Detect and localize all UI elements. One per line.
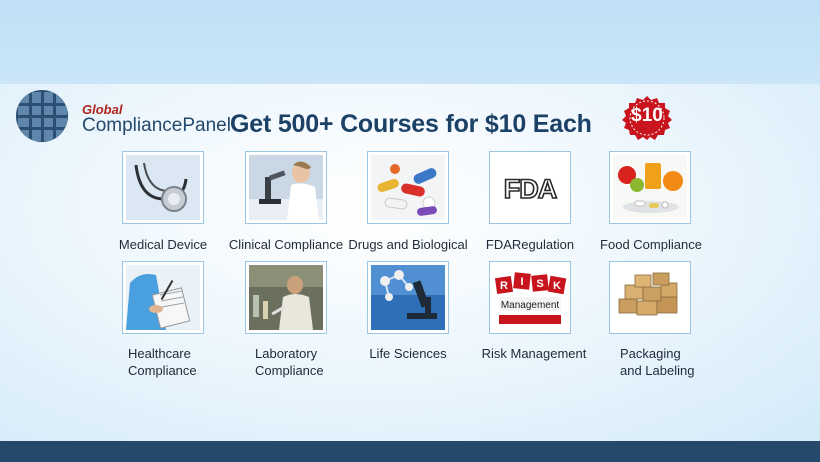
- category-label-line2: Compliance: [255, 363, 324, 378]
- category-label[interactable]: Drugs and Biological: [346, 236, 470, 253]
- pills-icon: [371, 155, 445, 220]
- category-label[interactable]: Healthcare Compliance: [128, 345, 218, 379]
- globe-grid-icon: [16, 90, 68, 142]
- microscope-researcher-icon: [249, 155, 323, 220]
- category-label[interactable]: Life Sciences: [346, 345, 470, 362]
- category-label[interactable]: Clinical Compliance: [224, 236, 348, 253]
- category-tile-healthcare-compliance[interactable]: [122, 261, 204, 334]
- molecule-microscope-icon: [371, 265, 445, 330]
- category-label-line1: Healthcare: [128, 346, 191, 361]
- svg-text:FDA: FDA: [504, 174, 557, 204]
- fruits-juice-icon: [613, 155, 687, 220]
- lab-scientist-icon: [249, 265, 323, 330]
- risk-dice-icon: R I S K Management: [493, 265, 567, 330]
- category-label[interactable]: Medical Device: [116, 236, 210, 253]
- risk-die-letter: K: [553, 280, 561, 292]
- category-label[interactable]: Packaging and Labeling: [620, 345, 710, 379]
- category-tile-packaging-and-labeling[interactable]: [609, 261, 691, 334]
- category-label-line2: Compliance: [128, 363, 197, 378]
- category-tile-life-sciences[interactable]: [367, 261, 449, 334]
- category-label-line2: and Labeling: [620, 363, 695, 378]
- risk-die-letter: I: [520, 276, 523, 288]
- category-tile-fda-regulation[interactable]: FDA: [489, 151, 571, 224]
- nurse-clipboard-icon: [126, 265, 200, 330]
- risk-die-letter: R: [500, 280, 508, 292]
- footer-bar: [0, 441, 820, 462]
- category-tile-risk-management[interactable]: R I S K Management: [489, 261, 571, 334]
- category-label[interactable]: FDARegulation: [480, 236, 580, 253]
- fda-logo-icon: FDA: [493, 155, 567, 220]
- category-tile-laboratory-compliance[interactable]: [245, 261, 327, 334]
- category-label[interactable]: Laboratory Compliance: [255, 345, 345, 379]
- category-tile-drugs-and-biological[interactable]: [367, 151, 449, 224]
- top-banner-strip: [0, 0, 820, 90]
- category-label-line1: Laboratory: [255, 346, 318, 361]
- price-badge-text: $10: [631, 105, 663, 126]
- stethoscope-icon: [126, 155, 200, 220]
- cardboard-boxes-icon: [613, 265, 687, 330]
- category-tile-clinical-compliance[interactable]: [245, 151, 327, 224]
- risk-die-letter: S: [536, 278, 543, 290]
- category-tile-medical-device[interactable]: [122, 151, 204, 224]
- risk-badge-text: Management: [501, 300, 560, 311]
- brand-logo[interactable]: Global CompliancePanel: [14, 88, 231, 144]
- category-label[interactable]: Food Compliance: [596, 236, 706, 253]
- brand-name-text: CompliancePanel: [82, 115, 231, 136]
- headline: Get 500+ Courses for $10 Each: [230, 110, 592, 138]
- category-tile-food-compliance[interactable]: [609, 151, 691, 224]
- category-label[interactable]: Risk Management: [474, 345, 594, 362]
- category-label-line1: Packaging: [620, 346, 681, 361]
- price-badge: $10: [620, 96, 674, 140]
